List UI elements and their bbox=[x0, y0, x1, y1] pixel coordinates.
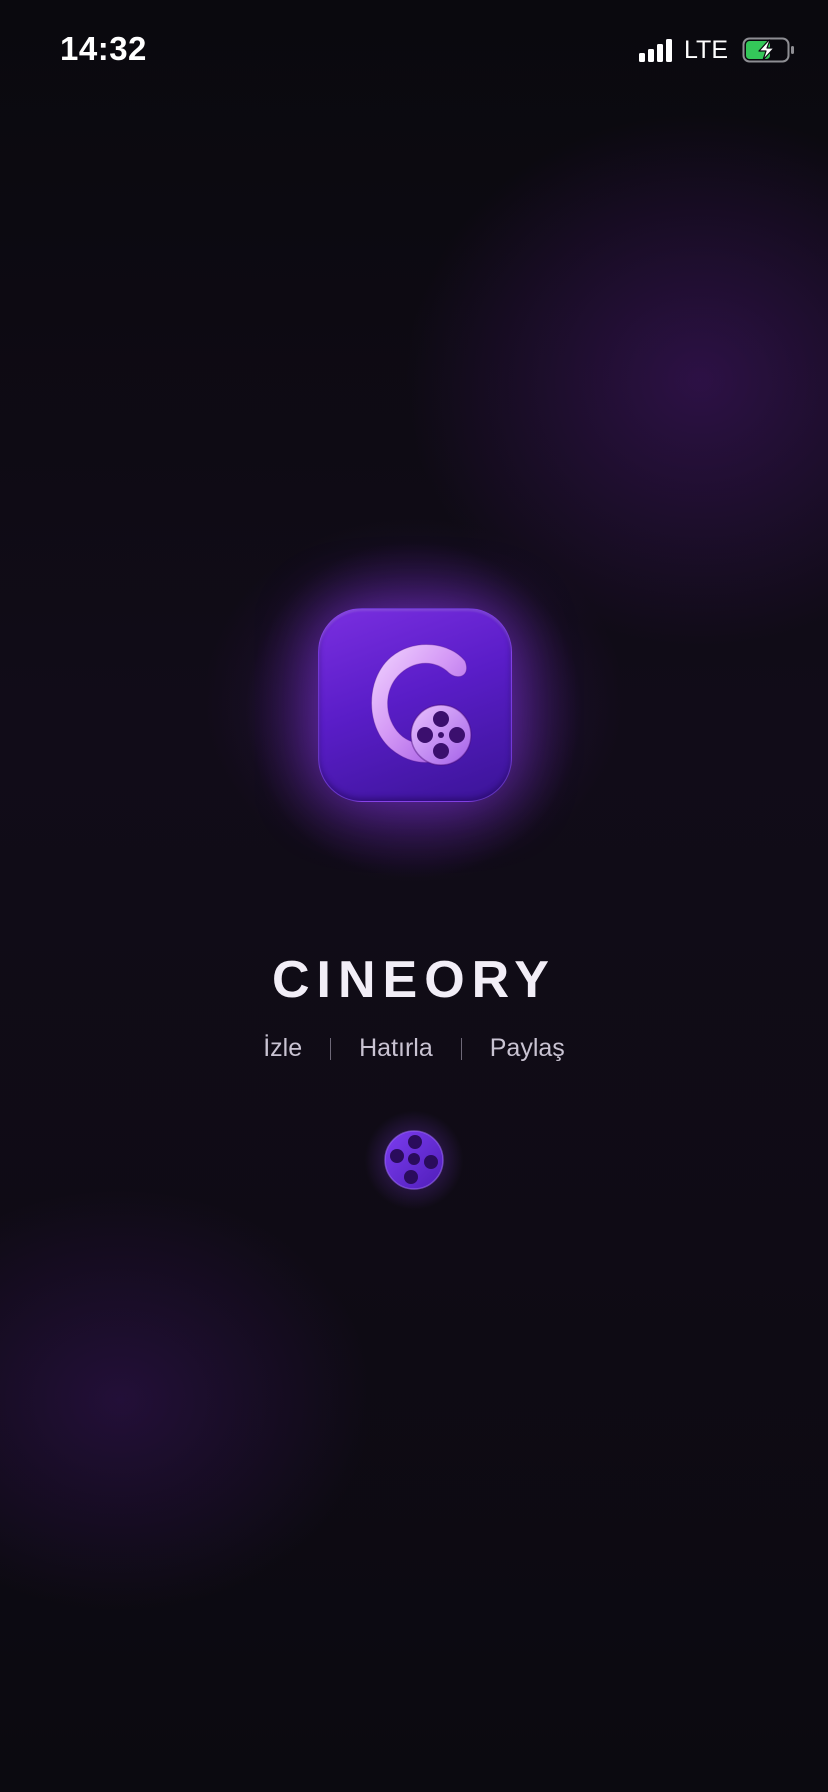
tagline: İzle Hatırla Paylaş bbox=[0, 1034, 828, 1063]
tagline-divider bbox=[460, 1037, 462, 1060]
tagline-remember: Hatırla bbox=[359, 1034, 433, 1062]
signal-bars-icon bbox=[639, 38, 672, 62]
network-type: LTE bbox=[684, 35, 728, 64]
battery-charging-icon bbox=[742, 37, 794, 63]
tagline-divider bbox=[330, 1037, 332, 1060]
tagline-watch: İzle bbox=[263, 1034, 303, 1062]
status-bar: 14:32 LTE bbox=[0, 0, 828, 100]
background bbox=[0, 0, 828, 1792]
status-time: 14:32 bbox=[60, 30, 147, 67]
cineory-film-reel-logo-icon bbox=[318, 608, 512, 802]
app-title: CINEORY bbox=[272, 951, 556, 1009]
status-indicators: LTE bbox=[639, 36, 796, 64]
film-reel-icon bbox=[384, 1130, 444, 1190]
tagline-share: Paylaş bbox=[489, 1034, 565, 1062]
